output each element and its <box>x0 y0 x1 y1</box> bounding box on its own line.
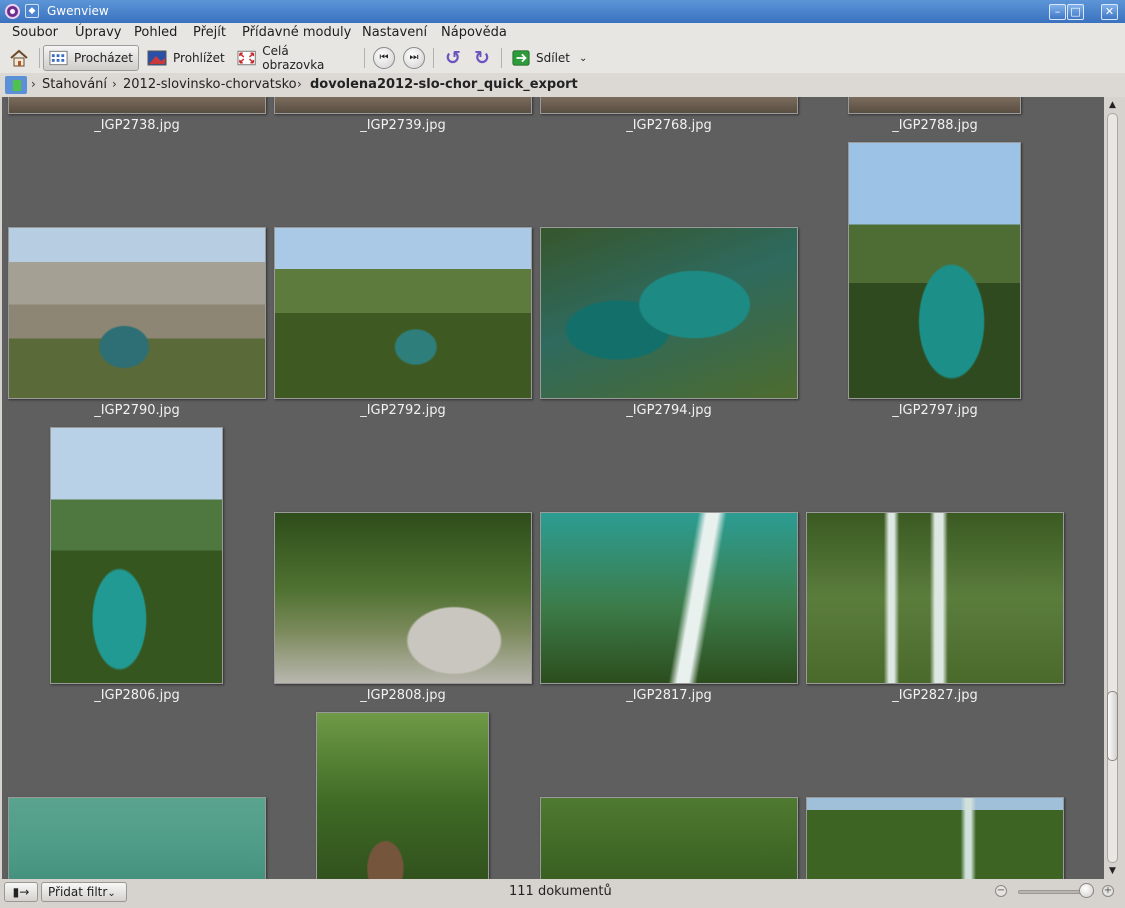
thumbnail-caption: _IGP2788.jpg <box>892 118 978 133</box>
view-image-icon <box>147 50 167 66</box>
rotate-right-icon: ↻ <box>474 47 490 69</box>
thumbnail-image[interactable] <box>274 97 532 114</box>
thumbnail-view[interactable]: _IGP2738.jpg _IGP2739.jpg _IGP2768.jpg _… <box>2 97 1104 879</box>
thumbnail-image[interactable] <box>540 512 798 684</box>
gwenview-app-icon[interactable] <box>5 4 20 19</box>
chevron-down-icon: ⌄ <box>107 888 116 899</box>
menu-bar: Soubor Úpravy Pohled Přejít Přídavné mod… <box>0 23 1125 43</box>
more-actions-button[interactable]: ⌄ <box>574 45 590 71</box>
thumbnail-caption: _IGP2768.jpg <box>626 118 712 133</box>
window-title: Gwenview <box>47 4 109 18</box>
thumbnail-image[interactable] <box>540 227 798 399</box>
menu-pridavne-moduly[interactable]: Přídavné moduly <box>242 25 351 40</box>
fullscreen-label: Celá obrazovka <box>262 44 325 72</box>
view-button[interactable]: Prohlížet <box>142 45 230 71</box>
previous-button[interactable]: ⏮ <box>373 47 395 69</box>
thumbnail-caption: _IGP2808.jpg <box>360 688 446 703</box>
thumbnail-image[interactable] <box>274 512 532 684</box>
window-menu-icon[interactable]: ◆ <box>25 4 39 18</box>
toolbar-separator <box>501 48 502 68</box>
thumbnail-caption: _IGP2738.jpg <box>94 118 180 133</box>
menu-prejit[interactable]: Přejít <box>193 25 226 40</box>
document-count: 111 dokumentů <box>509 884 612 899</box>
thumbnail-image[interactable] <box>848 97 1021 114</box>
breadcrumb-separator-icon: › <box>112 77 117 91</box>
toolbar-separator <box>433 48 434 68</box>
thumbnail-caption: _IGP2790.jpg <box>94 403 180 418</box>
thumbnail-caption: _IGP2817.jpg <box>626 688 712 703</box>
zoom-in-icon[interactable]: + <box>1102 885 1114 897</box>
share-label: Sdílet <box>536 51 570 65</box>
previous-icon: ⏮ <box>379 52 389 63</box>
maximize-button[interactable]: □ <box>1067 4 1084 20</box>
rotate-left-button[interactable]: ↺ <box>442 47 464 69</box>
fullscreen-icon <box>237 50 256 66</box>
breadcrumb: › Stahování › 2012-slovinsko-chorvatsko … <box>0 73 1125 97</box>
browse-button[interactable]: Procházet <box>43 45 139 71</box>
thumbnail-image[interactable] <box>8 97 266 114</box>
menu-soubor[interactable]: Soubor <box>12 25 58 40</box>
breadcrumb-item-stahovani[interactable]: Stahování <box>42 77 107 92</box>
thumbnail-caption: _IGP2792.jpg <box>360 403 446 418</box>
thumbnail-image[interactable] <box>540 797 798 879</box>
places-toggle-icon[interactable] <box>5 76 27 94</box>
thumbnail-image[interactable] <box>848 142 1021 399</box>
breadcrumb-item-album[interactable]: 2012-slovinsko-chorvatsko <box>123 77 297 92</box>
scroll-up-icon[interactable]: ▲ <box>1105 98 1120 112</box>
next-icon: ⏭ <box>409 52 419 63</box>
thumbnail-image[interactable] <box>806 797 1064 879</box>
home-button[interactable] <box>4 45 34 71</box>
breadcrumb-separator-icon: › <box>297 77 302 91</box>
home-icon <box>10 49 28 67</box>
zoom-slider-handle[interactable] <box>1079 883 1094 898</box>
thumbnail-image[interactable] <box>50 427 223 684</box>
minimize-button[interactable]: – <box>1049 4 1066 20</box>
toolbar: Procházet Prohlížet Celá obrazovka ⏮ ⏭ ↺… <box>0 43 1125 73</box>
toolbar-separator <box>39 48 40 68</box>
scrollbar-handle[interactable] <box>1107 691 1118 761</box>
close-button[interactable]: ✕ <box>1101 4 1118 20</box>
share-icon <box>512 50 530 66</box>
thumbnail-caption: _IGP2797.jpg <box>892 403 978 418</box>
thumbnail-image[interactable] <box>8 227 266 399</box>
thumbnail-caption: _IGP2827.jpg <box>892 688 978 703</box>
status-bar: ▮→ Přidat filtr⌄ 111 dokumentů − + <box>0 879 1125 908</box>
menu-pohled[interactable]: Pohled <box>134 25 177 40</box>
scroll-down-icon[interactable]: ▼ <box>1105 864 1120 878</box>
title-bar: ◆ Gwenview – □ ✕ <box>0 0 1125 23</box>
thumbnail-image[interactable] <box>806 512 1064 684</box>
thumbnail-image[interactable] <box>316 712 489 879</box>
toggle-sidebar-button[interactable]: ▮→ <box>4 882 38 902</box>
view-label: Prohlížet <box>173 51 225 65</box>
menu-nastaveni[interactable]: Nastavení <box>362 25 427 40</box>
next-button[interactable]: ⏭ <box>403 47 425 69</box>
zoom-out-icon[interactable]: − <box>995 885 1007 897</box>
menu-napoveda[interactable]: Nápověda <box>441 25 507 40</box>
thumbnail-caption: _IGP2806.jpg <box>94 688 180 703</box>
thumbnail-image[interactable] <box>8 797 266 879</box>
rotate-right-button[interactable]: ↻ <box>471 47 493 69</box>
breadcrumb-item-current[interactable]: dovolena2012-slo-chor_quick_export <box>310 77 578 92</box>
thumbnail-caption: _IGP2739.jpg <box>360 118 446 133</box>
toolbar-separator <box>364 48 365 68</box>
thumbnail-image[interactable] <box>540 97 798 114</box>
menu-upravy[interactable]: Úpravy <box>75 25 121 40</box>
browse-label: Procházet <box>74 51 133 65</box>
fullscreen-button[interactable]: Celá obrazovka <box>232 44 356 72</box>
rotate-left-icon: ↺ <box>445 47 461 69</box>
share-button[interactable]: Sdílet <box>507 45 575 71</box>
browse-grid-icon <box>49 50 68 66</box>
add-filter-label: Přidat filtr <box>48 885 108 899</box>
breadcrumb-separator-icon: › <box>31 77 36 91</box>
thumbnail-image[interactable] <box>274 227 532 399</box>
chevron-down-icon: ⌄ <box>579 52 588 64</box>
thumbnail-caption: _IGP2794.jpg <box>626 403 712 418</box>
add-filter-button[interactable]: Přidat filtr⌄ <box>41 882 127 902</box>
vertical-scrollbar[interactable]: ▲ ▼ <box>1104 97 1121 879</box>
